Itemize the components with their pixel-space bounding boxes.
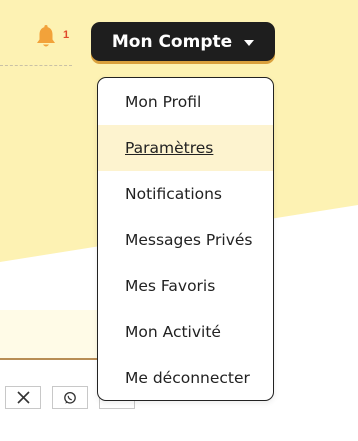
- menu-item-settings[interactable]: Paramètres: [98, 125, 273, 171]
- chevron-down-icon: [244, 39, 255, 46]
- menu-item-private-messages[interactable]: Messages Privés: [98, 217, 273, 263]
- share-x-button[interactable]: [5, 386, 41, 409]
- bell-icon: [37, 25, 55, 47]
- menu-item-activity[interactable]: Mon Activité: [98, 309, 273, 355]
- account-menu-button[interactable]: Mon Compte: [91, 22, 275, 61]
- menu-item-logout[interactable]: Me déconnecter: [98, 355, 273, 400]
- notification-count: 1: [63, 29, 70, 41]
- account-dropdown-menu: Mon Profil Paramètres Notifications Mess…: [97, 77, 274, 401]
- share-whatsapp-button[interactable]: [52, 386, 88, 409]
- menu-item-favorites[interactable]: Mes Favoris: [98, 263, 273, 309]
- content-band: [0, 310, 100, 360]
- account-menu-label: Mon Compte: [111, 31, 233, 52]
- whatsapp-icon: [64, 391, 76, 404]
- dashed-divider: [0, 65, 72, 66]
- menu-item-profile[interactable]: Mon Profil: [98, 79, 273, 125]
- x-icon: [16, 391, 30, 404]
- notification-indicator[interactable]: 1: [33, 24, 73, 50]
- menu-item-notifications[interactable]: Notifications: [98, 171, 273, 217]
